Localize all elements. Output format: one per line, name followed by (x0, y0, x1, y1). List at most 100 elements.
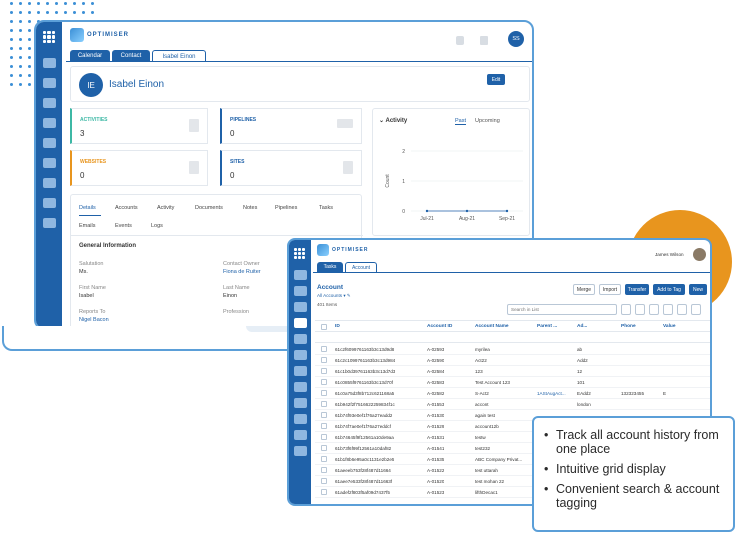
user-avatar[interactable] (693, 248, 706, 261)
column-header[interactable]: Ad... (577, 324, 587, 329)
document-icon[interactable] (294, 382, 307, 392)
tab-tasks[interactable]: Tasks (317, 262, 343, 272)
row-checkbox[interactable] (321, 401, 327, 407)
briefcase-icon[interactable] (294, 302, 307, 312)
calendar-icon[interactable] (294, 270, 307, 280)
row-checkbox[interactable] (321, 379, 327, 385)
pin-icon[interactable]: ✎ (347, 293, 351, 298)
decorative-dot (28, 11, 31, 14)
edit-button[interactable]: Edit (487, 74, 505, 85)
table-row[interactable]: 61c0a75d3f8b712c621168a5 A-02582 S-Act2 1AS… (315, 388, 710, 399)
feature-list: Track all account history from one place… (544, 428, 723, 510)
trash-icon[interactable] (677, 304, 687, 315)
user-name[interactable]: James Wilson (655, 252, 684, 257)
dashboard-icon[interactable] (43, 218, 56, 228)
add-to-tag-button[interactable]: Add to Tag (653, 284, 685, 295)
checklist-icon[interactable] (294, 398, 307, 408)
merge-button[interactable]: Merge (573, 284, 595, 295)
calendar-small-icon[interactable] (480, 36, 488, 45)
folder-icon[interactable] (294, 366, 307, 376)
handshake-icon[interactable] (43, 98, 56, 108)
detail-tab-events[interactable]: Events (115, 223, 132, 229)
contact-card-icon[interactable] (43, 78, 56, 88)
detail-tab-pipelines[interactable]: Pipelines (275, 205, 297, 211)
clipboard-icon[interactable] (294, 414, 307, 424)
detail-tab-documents[interactable]: Documents (195, 205, 223, 211)
mail-icon[interactable] (43, 118, 56, 128)
transfer-button[interactable]: Transfer (625, 284, 649, 295)
clipboard-icon[interactable] (43, 198, 56, 208)
detail-tab-accounts[interactable]: Accounts (115, 205, 138, 211)
search-input[interactable] (507, 304, 617, 315)
view-selector[interactable]: All Accounts ▾ ✎ (317, 293, 351, 299)
row-checkbox[interactable] (321, 357, 327, 363)
table-row[interactable]: 61c2f6099761163b3c13d9d8 A-02593 myrilea ab (315, 344, 710, 355)
column-header[interactable]: Account ID (427, 324, 452, 329)
column-header[interactable]: Parent ... (537, 324, 557, 329)
building-icon[interactable] (294, 430, 307, 440)
tab-account[interactable]: Account (345, 262, 377, 272)
gear-icon[interactable] (649, 304, 659, 315)
decorative-dot (19, 11, 22, 14)
stat-card-pipelines[interactable]: PIPELINES 0 (220, 108, 362, 144)
row-checkbox[interactable] (321, 423, 327, 429)
row-checkbox[interactable] (321, 467, 327, 473)
dashboard-icon[interactable] (294, 446, 307, 456)
row-checkbox[interactable] (321, 445, 327, 451)
user-avatar[interactable]: SS (508, 31, 524, 47)
stat-card-websites[interactable]: WEBSITES 0 (70, 150, 208, 186)
tab-past[interactable]: Past (455, 118, 467, 125)
document-icon (189, 161, 199, 174)
tab-upcoming[interactable]: Upcoming (475, 118, 500, 124)
table-row[interactable]: 61c0855f9761163b3c13d70f A-02583 Test Acco… (315, 377, 710, 388)
row-checkbox[interactable] (321, 412, 327, 418)
table-cell: A-02590 (427, 358, 445, 363)
search-icon[interactable] (621, 304, 631, 315)
checklist-icon[interactable] (43, 178, 56, 188)
new-button[interactable]: New (689, 284, 707, 295)
row-checkbox[interactable] (321, 456, 327, 462)
apps-grid-icon[interactable] (294, 248, 305, 259)
table-row[interactable]: 61c2c1099761163b3c13d984 A-02590 Act22 Add2 (315, 355, 710, 366)
document-icon[interactable] (43, 158, 56, 168)
stat-card-activities[interactable]: ACTIVITIES 3 (70, 108, 208, 144)
detail-tab-emails[interactable]: Emails (79, 223, 96, 229)
detail-tab-details[interactable]: Details (79, 205, 96, 211)
field-value[interactable]: Fiona de Ruiter (223, 269, 261, 275)
column-header[interactable]: Value (663, 324, 676, 329)
calendar-icon[interactable] (43, 58, 56, 68)
export-icon[interactable] (663, 304, 673, 315)
refresh-icon[interactable] (635, 304, 645, 315)
row-checkbox[interactable] (321, 478, 327, 484)
column-header[interactable]: Account Name (475, 324, 509, 329)
table-row[interactable]: 61c1b0d39761163b3c13d7d3 A-02584 123 12 (315, 366, 710, 377)
import-button[interactable]: Import (599, 284, 621, 295)
column-header[interactable]: Phone (621, 324, 636, 329)
mail-icon[interactable] (294, 350, 307, 360)
row-checkbox[interactable] (321, 346, 327, 352)
bell-icon[interactable] (456, 36, 464, 45)
filter-icon[interactable] (691, 304, 701, 315)
folder-icon[interactable] (43, 138, 56, 148)
row-checkbox[interactable] (321, 368, 327, 374)
stat-label: PIPELINES (230, 117, 257, 123)
select-all-checkbox[interactable] (321, 324, 327, 330)
contact-card-icon[interactable] (294, 286, 307, 296)
column-header[interactable]: ID (335, 324, 340, 329)
chart-icon[interactable] (294, 334, 307, 344)
field-value[interactable]: Nigel Bacon (79, 317, 109, 323)
activity-panel-title[interactable]: ⌄ Activity (379, 117, 407, 124)
detail-tab-logs[interactable]: Logs (151, 223, 163, 229)
apps-grid-icon[interactable] (43, 31, 55, 43)
detail-tab-tasks[interactable]: Tasks (319, 205, 333, 211)
y-tick-label: 1 (402, 179, 405, 185)
table-row[interactable]: 61b942f2f7516622259834f1c A-01553 accont lo… (315, 399, 710, 410)
stat-card-sites[interactable]: SITES 0 (220, 150, 362, 186)
account-icon[interactable] (294, 318, 307, 328)
decorative-dot (73, 11, 76, 14)
detail-tab-activity[interactable]: Activity (157, 205, 174, 211)
detail-tab-notes[interactable]: Notes (243, 205, 257, 211)
row-checkbox[interactable] (321, 489, 327, 495)
row-checkbox[interactable] (321, 390, 327, 396)
row-checkbox[interactable] (321, 434, 327, 440)
